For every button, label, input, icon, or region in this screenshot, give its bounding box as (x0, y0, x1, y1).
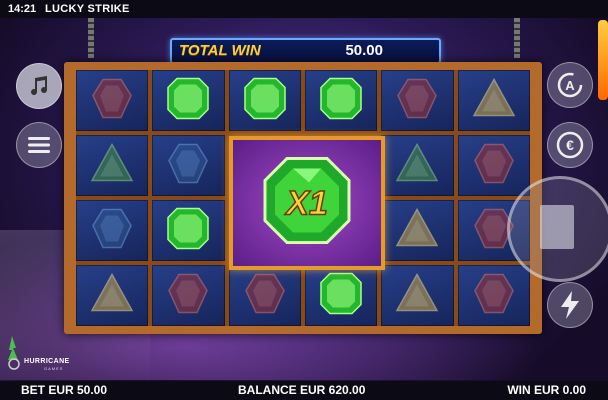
bet-coin-button[interactable]: € (547, 122, 593, 168)
yellow-gem-icon (394, 205, 440, 256)
green-emerald-icon (165, 205, 211, 256)
reel-cell (152, 135, 225, 196)
logo-emblem-icon (8, 336, 20, 370)
chain-right (514, 18, 520, 58)
yellow-gem-icon (394, 270, 440, 321)
reel-cell (381, 265, 454, 326)
reel-cell (152, 70, 225, 131)
blue-gem-icon (89, 205, 135, 256)
autoplay-icon: A (557, 72, 583, 98)
red-gem-icon (471, 270, 517, 321)
reel-cell (76, 135, 149, 196)
reel-cell (76, 265, 149, 326)
reel-cell (457, 70, 530, 131)
turbo-button[interactable] (547, 282, 593, 328)
reel-cell (305, 70, 378, 131)
multiplier-text: X1 (284, 185, 328, 223)
red-gem-icon (242, 270, 288, 321)
provider-logo: HURRICANE GAMES (4, 336, 94, 371)
total-win-value: 50.00 (345, 42, 383, 59)
spin-button[interactable] (507, 176, 608, 282)
reel-cell (152, 200, 225, 261)
reel-cell (457, 135, 530, 196)
multiplier-emerald: X1 (259, 153, 355, 254)
reel-cell (381, 70, 454, 131)
green-emerald-icon (165, 75, 211, 126)
svg-text:A: A (565, 78, 575, 93)
torch-decoration (598, 20, 608, 100)
reel-cell (76, 200, 149, 261)
clock: 14:21 (8, 3, 37, 15)
blue-gem-icon (165, 140, 211, 191)
red-gem-icon (165, 270, 211, 321)
red-gem-icon (471, 140, 517, 191)
red-gem-icon (89, 75, 135, 126)
game-title: LUCKY STRIKE (45, 3, 130, 15)
total-win-banner: TOTAL WIN 50.00 (170, 38, 441, 64)
red-gem-icon (394, 75, 440, 126)
euro-coin-icon: € (556, 131, 584, 159)
total-win-label: TOTAL WIN (179, 42, 261, 59)
green-emerald-icon (242, 75, 288, 126)
status-bar: 14:21 LUCKY STRIKE (0, 0, 608, 18)
green-emerald-icon (318, 75, 364, 126)
reel-cell (381, 200, 454, 261)
chain-left (88, 18, 94, 58)
reel-cell (457, 265, 530, 326)
reel-cell (228, 70, 301, 131)
win-amount: WIN EUR 0.00 (507, 383, 586, 397)
menu-button[interactable] (16, 122, 62, 168)
lightning-icon (561, 291, 579, 319)
music-note-icon (31, 76, 48, 96)
svg-text:€: € (566, 137, 574, 153)
bottom-bar: BET EUR 50.00 BALANCE EUR 620.00 WIN EUR… (0, 381, 608, 400)
green-emerald-icon (318, 270, 364, 321)
stop-icon (540, 205, 574, 249)
bet-amount: BET EUR 50.00 (21, 383, 108, 397)
hamburger-menu-icon (28, 137, 50, 153)
multiplier-feature-block: X1 (229, 136, 385, 270)
green-gem-icon (394, 140, 440, 191)
green-gem-icon (89, 140, 135, 191)
reel-cell (152, 265, 225, 326)
yellow-gem-icon (89, 270, 135, 321)
reel-cell (228, 265, 301, 326)
logo-sub: GAMES (44, 366, 64, 371)
yellow-gem-icon (471, 75, 517, 126)
music-button[interactable] (16, 63, 62, 109)
autoplay-button[interactable]: A (547, 62, 593, 108)
logo-brand: HURRICANE (24, 358, 70, 365)
balance-amount: BALANCE EUR 620.00 (238, 383, 366, 397)
reel-cell (381, 135, 454, 196)
reel-cell (76, 70, 149, 131)
reel-cell (305, 265, 378, 326)
